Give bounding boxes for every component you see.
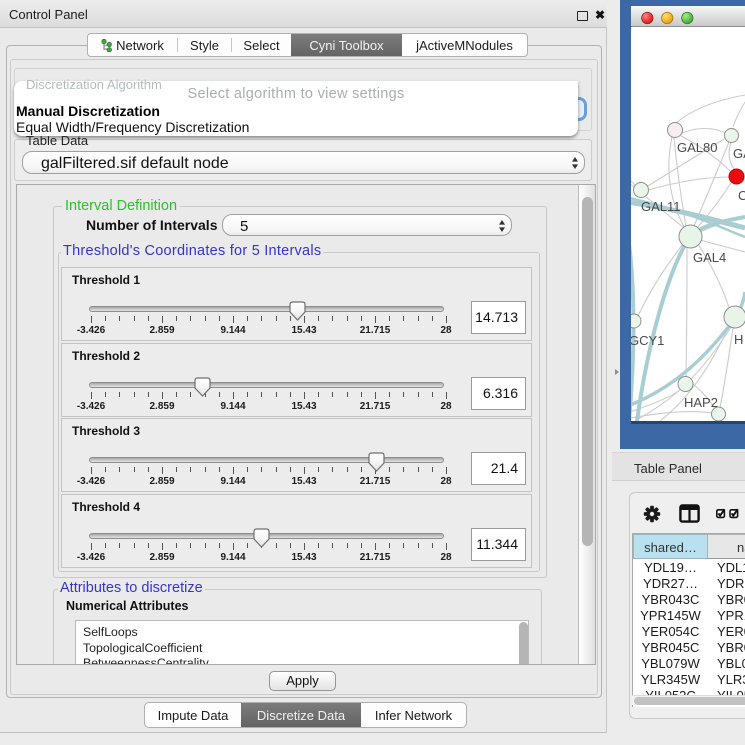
svg-text:HAP2: HAP2 [684,395,718,410]
svg-text:H: H [734,332,743,347]
svg-text:C: C [738,188,745,203]
svg-text:GAL4: GAL4 [693,250,726,265]
svg-text:GCY1: GCY1 [631,333,664,348]
svg-text:GA: GA [733,146,745,161]
svg-text:GAL11: GAL11 [641,199,681,214]
svg-text:GAL80: GAL80 [677,140,717,155]
